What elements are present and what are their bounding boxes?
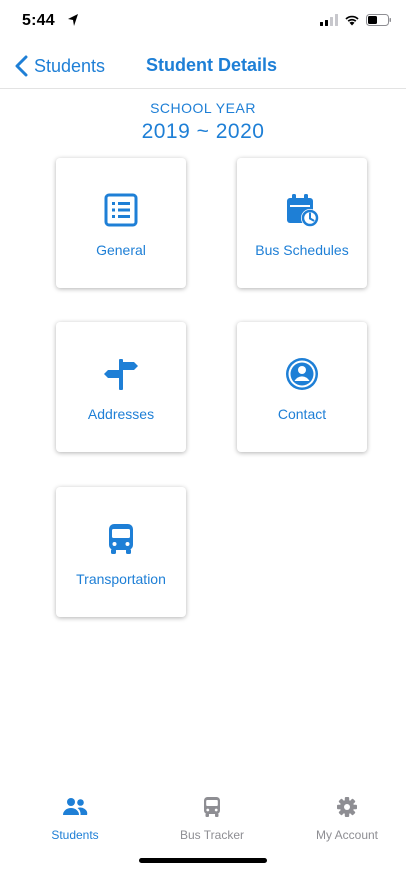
wifi-icon [345, 15, 359, 26]
users-icon [63, 798, 88, 815]
tile-transportation[interactable]: Transportation [56, 487, 186, 617]
school-year-label: SCHOOL YEAR [150, 100, 256, 116]
location-arrow-icon [68, 14, 78, 26]
tile-general[interactable]: General [56, 158, 186, 288]
tab-bar: Students Bus Tracker My Account [0, 790, 406, 850]
user-circle-icon [286, 358, 318, 390]
battery-icon [366, 14, 391, 26]
tile-addresses[interactable]: Addresses [56, 322, 186, 452]
tile-general-label: General [96, 242, 146, 258]
tab-bus-tracker-label: Bus Tracker [179, 828, 245, 842]
tile-bus-schedules[interactable]: Bus Schedules [237, 158, 367, 288]
back-button[interactable]: Students [14, 53, 105, 79]
back-button-label: Students [34, 55, 106, 76]
list-icon [104, 193, 138, 227]
status-time: 5:44 [22, 12, 55, 29]
bus-icon [204, 797, 220, 817]
signal-icon [320, 14, 338, 26]
tab-bus-tracker[interactable]: Bus Tracker [152, 796, 272, 842]
bus-icon [109, 524, 133, 554]
calendar-clock-icon [287, 194, 319, 227]
page-title: Student Details [146, 55, 278, 75]
navigation-bar: Students Student Details [0, 44, 406, 89]
tab-students-label: Students [51, 828, 99, 842]
tab-students[interactable]: Students [15, 796, 135, 842]
home-indicator [139, 858, 267, 863]
tile-transportation-label: Transportation [76, 571, 166, 587]
tab-my-account-label: My Account [315, 828, 379, 842]
signpost-icon [104, 359, 138, 390]
status-bar: 5:44 [0, 0, 406, 44]
tile-bus-schedules-label: Bus Schedules [255, 242, 349, 258]
tile-contact[interactable]: Contact [237, 322, 367, 452]
tab-my-account[interactable]: My Account [287, 796, 406, 842]
tile-contact-label: Contact [277, 406, 327, 422]
school-year-value: 2019 ~ 2020 [141, 120, 265, 143]
tile-addresses-label: Addresses [87, 406, 155, 422]
status-icons [320, 14, 392, 26]
gear-icon [337, 797, 357, 817]
chevron-left-icon [15, 55, 28, 77]
